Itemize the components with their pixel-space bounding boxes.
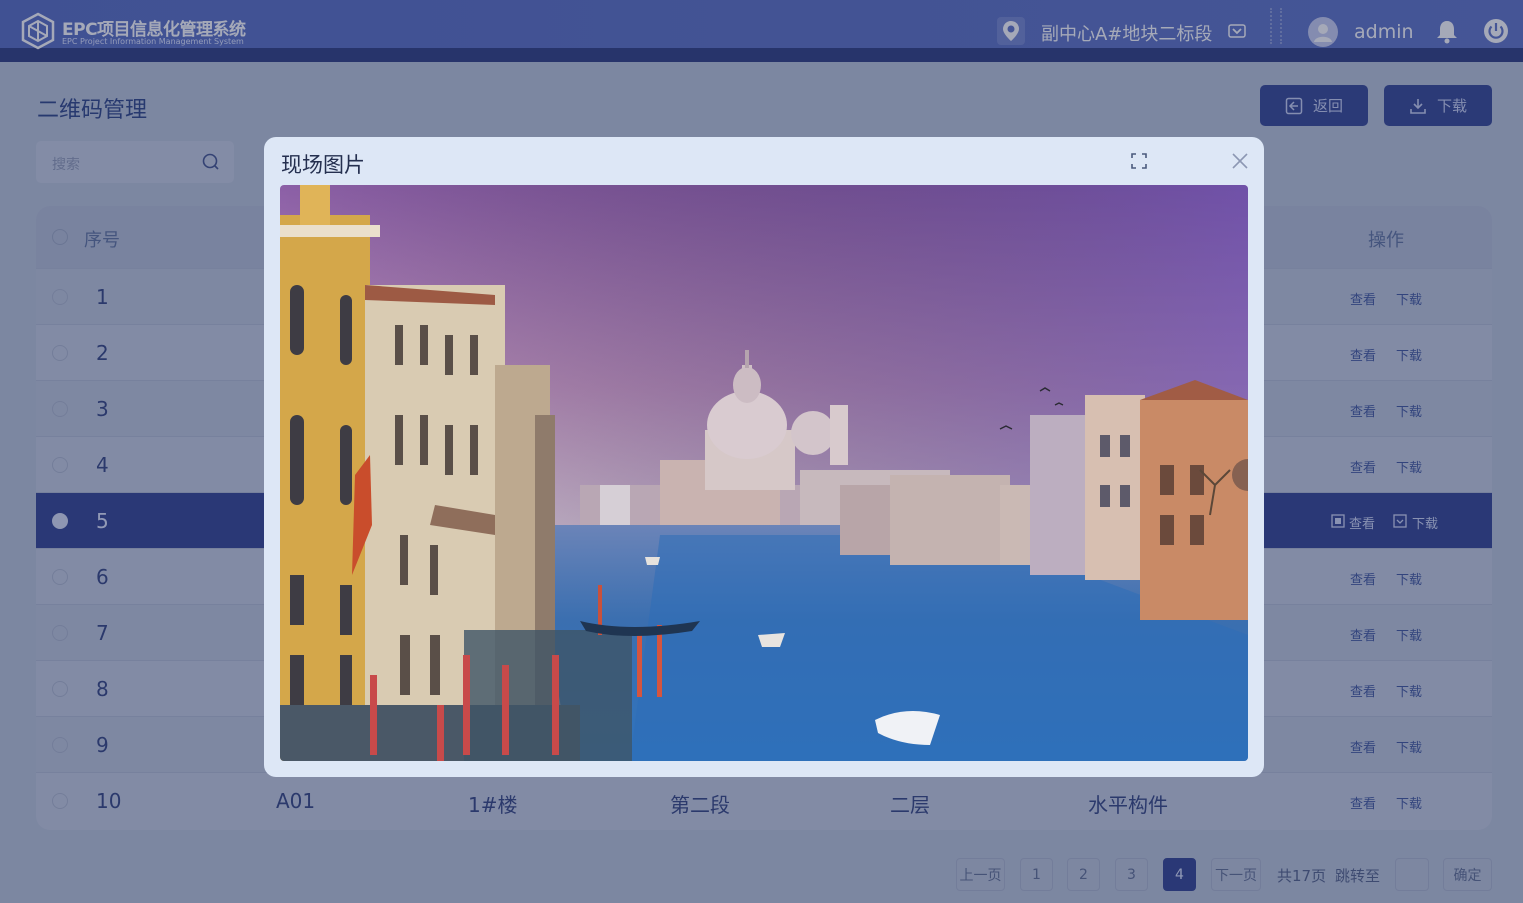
modal-title: 现场图片: [281, 153, 365, 177]
close-icon[interactable]: [1230, 151, 1250, 171]
site-photo: [280, 185, 1248, 761]
photo-modal: 现场图片: [264, 137, 1264, 777]
maximize-icon[interactable]: [1130, 152, 1148, 170]
